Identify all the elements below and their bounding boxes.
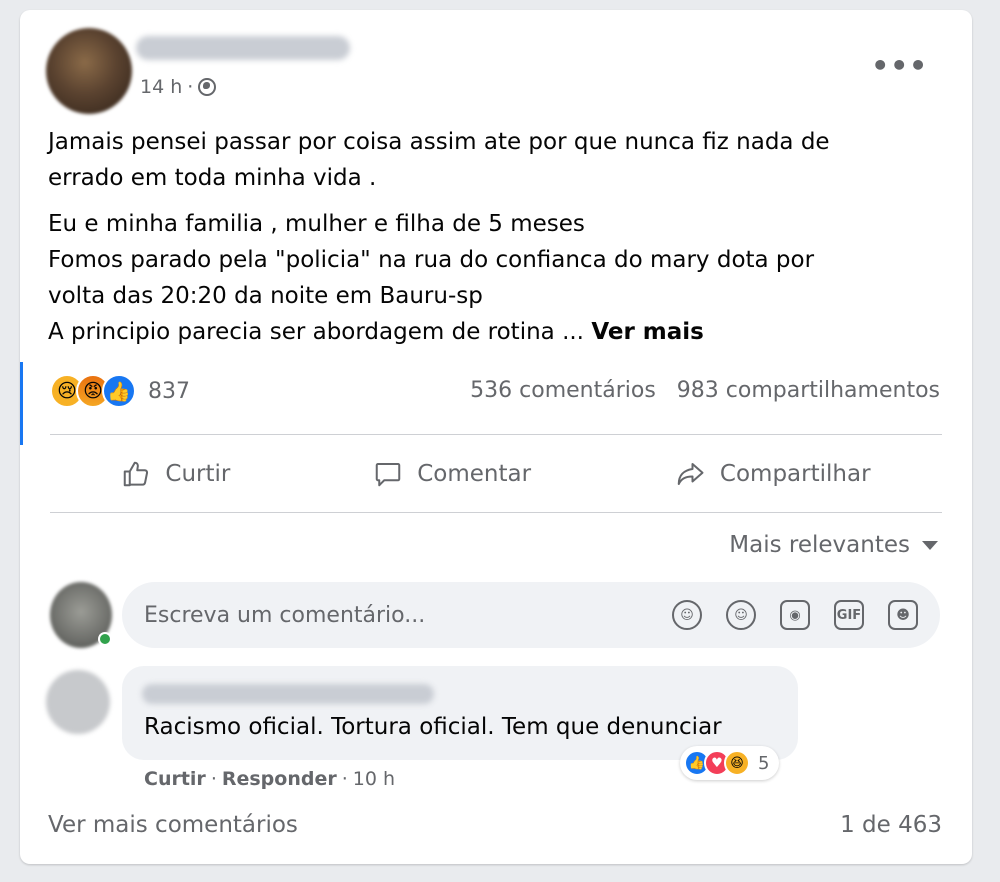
post-card: 14 h · ••• Jamais pensei passar por cois… — [20, 10, 972, 864]
focus-indicator — [20, 362, 23, 445]
author-name-blurred[interactable] — [136, 36, 350, 60]
share-label: Compartilhar — [719, 461, 871, 487]
author-avatar[interactable] — [46, 28, 132, 114]
comments-count[interactable]: 536 comentários — [470, 378, 656, 403]
post-meta: 14 h · — [140, 76, 217, 98]
online-status-dot — [98, 632, 112, 646]
commenter-avatar[interactable] — [46, 670, 110, 734]
haha-reaction-icon: 😆 — [724, 750, 750, 776]
globe-icon[interactable] — [198, 78, 217, 96]
reaction-summary[interactable]: 😢 😡 👍 837 — [50, 374, 190, 408]
reaction-count[interactable]: 837 — [148, 379, 190, 404]
gif-icon[interactable]: GIF — [834, 600, 864, 630]
divider — [50, 434, 942, 435]
camera-icon[interactable]: ◉ — [780, 600, 810, 630]
emoji-icon[interactable]: ☺ — [726, 600, 756, 630]
post-text-line: volta das 20:20 da noite em Bauru-sp — [48, 283, 483, 309]
like-label: Curtir — [165, 461, 231, 487]
comment-input-placeholder: Escreva um comentário... — [144, 602, 426, 628]
comment-text: Racismo oficial. Tortura oficial. Tem qu… — [144, 714, 722, 740]
like-reaction-icon: 👍 — [102, 374, 136, 408]
post-actions: Curtir Comentar Compartilhar — [50, 442, 942, 506]
more-icon: ••• — [871, 49, 928, 82]
post-text-line: Fomos parado pela "policia" na rua do co… — [48, 247, 815, 273]
comment-like-link[interactable]: Curtir — [144, 768, 206, 790]
sort-label: Mais relevantes — [729, 532, 910, 558]
post-text-line-content: A principio parecia ser abordagem de rot… — [48, 319, 584, 345]
comment-time[interactable]: 10 h — [353, 768, 395, 790]
share-arrow-icon — [677, 463, 704, 485]
meta-separator: · — [341, 768, 348, 790]
comment-input[interactable]: Escreva um comentário... ☺ ☺ ◉ GIF ☻ — [122, 582, 940, 648]
commenter-name-blurred[interactable] — [142, 684, 434, 704]
comment-input-tools: ☺ ☺ ◉ GIF ☻ — [648, 600, 918, 630]
comment-reaction-count: 5 — [758, 752, 770, 774]
post-body: Jamais pensei passar por coisa assim ate… — [48, 124, 928, 350]
divider — [50, 512, 942, 513]
see-more-link[interactable]: Ver mais — [591, 319, 704, 345]
comment-label: Comentar — [417, 461, 532, 487]
shares-count[interactable]: 983 compartilhamentos — [677, 378, 940, 403]
comment-reply-link[interactable]: Responder — [222, 768, 337, 790]
thumbs-up-icon — [124, 461, 149, 487]
share-button[interactable]: Compartilhar — [674, 459, 871, 489]
comments-pagination: 1 de 463 — [840, 812, 942, 838]
sticker-icon[interactable]: ☻ — [888, 600, 918, 630]
meta-separator: · — [210, 768, 217, 790]
more-options-button[interactable]: ••• — [871, 52, 928, 80]
comment-sort-dropdown[interactable]: Mais relevantes — [729, 532, 938, 558]
post-text-line: Jamais pensei passar por coisa assim ate… — [48, 129, 830, 155]
comment-bubble-icon — [375, 463, 401, 487]
caret-down-icon — [922, 540, 938, 550]
post-text-line: errado em toda minha vida . — [48, 165, 377, 191]
avatar-sticker-icon[interactable]: ☺ — [672, 600, 702, 630]
post-text-line: Eu e minha familia , mulher e filha de 5… — [48, 211, 585, 237]
view-more-comments-link[interactable]: Ver mais comentários — [48, 812, 298, 838]
post-stats: 536 comentários 983 compartilhamentos — [470, 378, 940, 403]
comment-button[interactable]: Comentar — [373, 459, 531, 489]
comment-meta: Curtir · Responder · 10 h — [144, 768, 395, 790]
post-text-line: A principio parecia ser abordagem de rot… — [48, 314, 928, 350]
like-button[interactable]: Curtir — [121, 459, 230, 489]
post-time[interactable]: 14 h — [140, 76, 182, 98]
comment-reactions[interactable]: 👍 ♥ 😆 5 — [680, 746, 780, 780]
meta-separator: · — [187, 76, 194, 98]
